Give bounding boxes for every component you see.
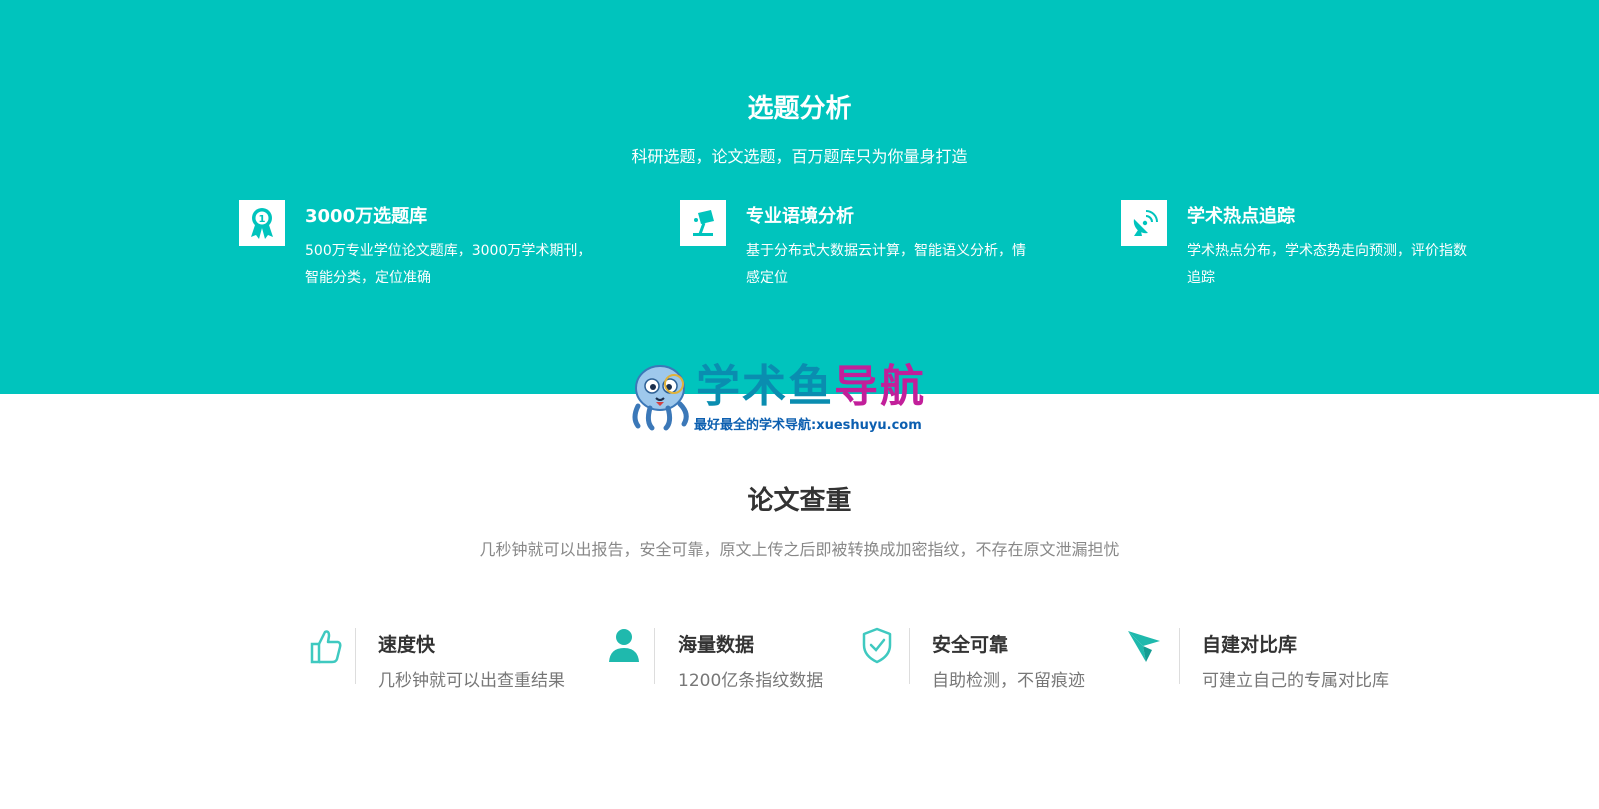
divider bbox=[909, 628, 910, 684]
svg-text:1: 1 bbox=[259, 214, 266, 225]
stat-title: 海量数据 bbox=[678, 634, 755, 656]
logo-tagline: 最好最全的学术导航:xueshuyu.com bbox=[694, 418, 922, 433]
section-subtitle: 几秒钟就可以出报告，安全可靠，原文上传之后即被转换成加密指纹，不存在原文泄漏担忧 bbox=[479, 540, 1120, 559]
feature-title: 专业语境分析 bbox=[746, 206, 854, 227]
thumbs-up-icon bbox=[310, 630, 342, 664]
stat-title: 安全可靠 bbox=[932, 634, 1009, 656]
section-title: 论文查重 bbox=[747, 486, 852, 516]
octopus-mascot-icon bbox=[632, 365, 689, 431]
feature-desc: 基于分布式大数据云计算，智能语义分析，情感定位 bbox=[746, 243, 1026, 286]
divider bbox=[654, 628, 655, 684]
stat-desc: 可建立自己的专属对比库 bbox=[1202, 671, 1389, 691]
divider bbox=[1179, 628, 1180, 684]
stat-title: 速度快 bbox=[378, 634, 436, 656]
feature-title: 学术热点追踪 bbox=[1187, 206, 1295, 227]
feature-title: 3000万选题库 bbox=[305, 206, 428, 227]
award-icon: 1 bbox=[239, 200, 285, 246]
feature-context-analysis: 专业语境分析 基于分布式大数据云计算，智能语义分析，情感定位 bbox=[680, 200, 1040, 300]
stat-desc: 几秒钟就可以出查重结果 bbox=[378, 671, 565, 691]
lamp-icon bbox=[680, 200, 726, 246]
feature-hotspot-tracking: 学术热点追踪 学术热点分布，学术态势走向预测，评价指数追踪 bbox=[1121, 200, 1481, 300]
stat-desc: 自助检测，不留痕迹 bbox=[932, 671, 1085, 691]
stat-security: 安全可靠 自助检测，不留痕迹 bbox=[861, 626, 1121, 691]
feature-desc: 500万专业学位论文题库，3000万学术期刊，智能分类，定位准确 bbox=[305, 243, 592, 286]
site-logo[interactable]: 学术鱼导航 最好最全的学术导航:xueshuyu.com bbox=[628, 360, 948, 436]
topic-analysis-section: 选题分析 科研选题，论文选题，百万题库只为你量身打造 1 3000万选题库 50… bbox=[0, 0, 1599, 394]
stat-custom-library: 自建对比库 可建立自己的专属对比库 bbox=[1126, 626, 1416, 691]
satellite-icon bbox=[1121, 200, 1167, 246]
stat-desc: 1200亿条指纹数据 bbox=[678, 671, 824, 691]
shield-check-icon bbox=[862, 627, 892, 664]
stat-speed: 速度快 几秒钟就可以出查重结果 bbox=[308, 626, 598, 691]
feature-topic-library: 1 3000万选题库 500万专业学位论文题库，3000万学术期刊，智能分类，定… bbox=[239, 200, 599, 300]
stat-massive-data: 海量数据 1200亿条指纹数据 bbox=[607, 626, 857, 691]
logo-brand-text: 学术鱼导航 bbox=[696, 360, 926, 414]
feature-desc: 学术热点分布，学术态势走向预测，评价指数追踪 bbox=[1187, 243, 1467, 286]
user-icon bbox=[609, 629, 639, 662]
divider bbox=[355, 628, 356, 684]
section-title: 选题分析 bbox=[747, 94, 852, 124]
logo-brand-main: 学术鱼 bbox=[696, 361, 834, 412]
paper-plane-icon bbox=[1128, 631, 1160, 662]
logo-brand-accent: 导航 bbox=[834, 361, 926, 412]
stat-title: 自建对比库 bbox=[1202, 634, 1298, 656]
section-subtitle: 科研选题，论文选题，百万题库只为你量身打造 bbox=[631, 147, 968, 166]
